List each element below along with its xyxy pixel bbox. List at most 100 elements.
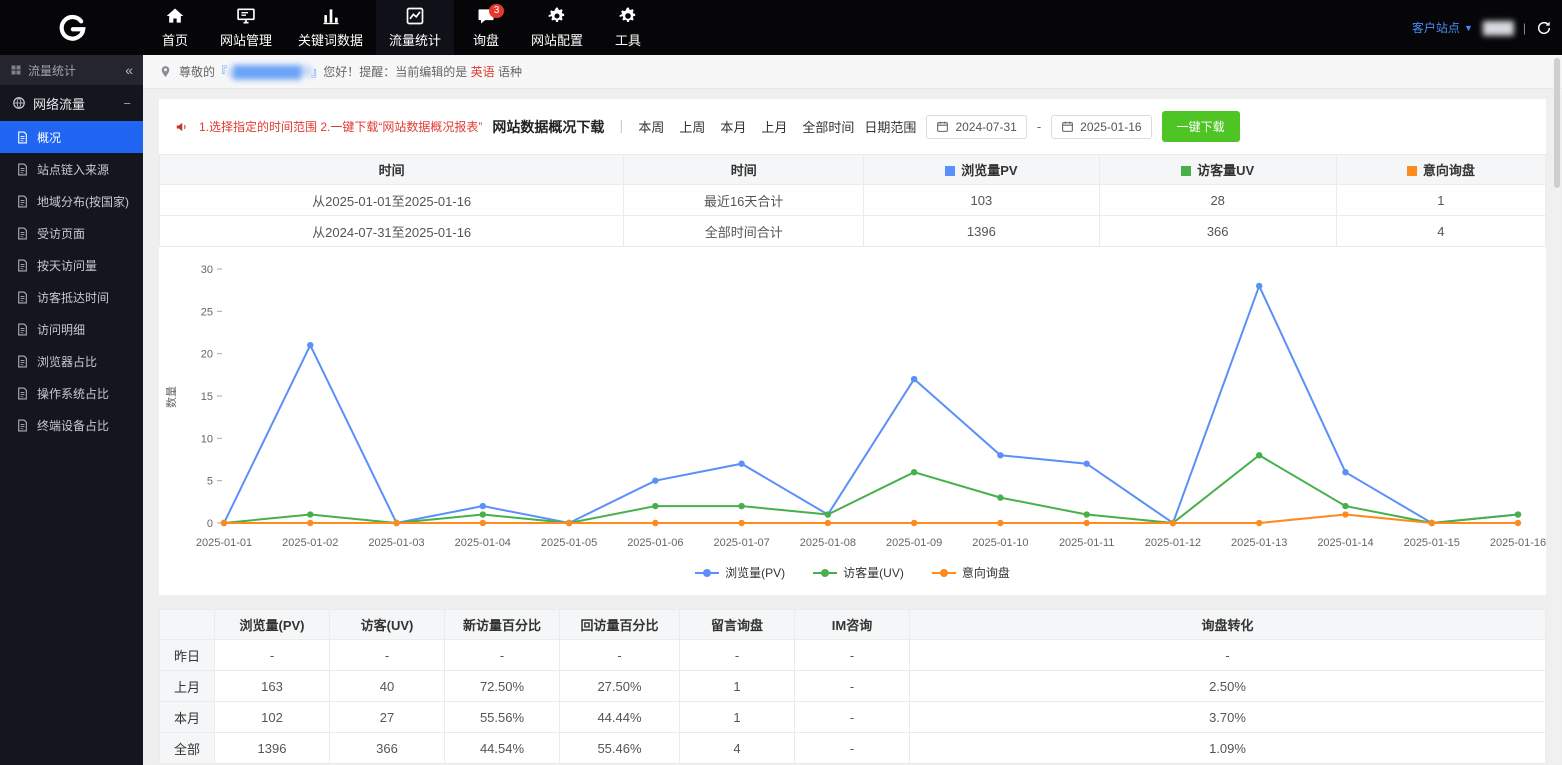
detail-cell: - [795, 640, 910, 671]
keyword-data-icon [321, 6, 341, 26]
detail-cell: - [560, 640, 680, 671]
summary-cell: 103 [864, 185, 1100, 216]
detail-cell: 4 [680, 733, 795, 764]
detail-cell: 55.56% [445, 702, 560, 733]
download-button[interactable]: 一键下载 [1162, 111, 1240, 142]
logo[interactable] [0, 8, 143, 48]
sidebar-item-entry[interactable]: 浏览器占比 [0, 345, 143, 377]
detail-col-header: 回访量百分比 [560, 610, 680, 640]
summary-col-header: 时间 [624, 155, 864, 185]
client-site-dropdown[interactable]: 客户站点 ▼ [1412, 19, 1473, 36]
quick-range-link[interactable]: 本月 [720, 117, 746, 136]
traffic-chart: 051015202530数量2025-01-012025-01-022025-0… [159, 255, 1546, 558]
sidebar-item-label: 地域分布(按国家) [37, 193, 129, 210]
traffic-stats-icon [405, 6, 425, 26]
inquiry-badge: 3 [489, 4, 504, 18]
top-navigation: 首页网站管理关键词数据流量统计3询盘网站配置工具 客户站点 ▼ ████ | [0, 0, 1562, 55]
svg-text:20: 20 [201, 349, 213, 361]
detail-row-label: 昨日 [160, 640, 215, 671]
nav-item-tools[interactable]: 工具 [596, 0, 660, 55]
detail-cell: 2.50% [910, 671, 1546, 702]
doc-icon [16, 323, 29, 336]
sidebar-item-overview-active[interactable]: 概况 [0, 121, 143, 153]
website-manage-icon [236, 6, 256, 26]
svg-text:2025-01-10: 2025-01-10 [972, 537, 1028, 549]
legend-item[interactable]: 访客量(UV) [813, 564, 904, 581]
detail-cell: 44.54% [445, 733, 560, 764]
topnav-items: 首页网站管理关键词数据流量统计 3 询盘 网站配置工具 [143, 0, 660, 55]
svg-text:2025-01-13: 2025-01-13 [1231, 537, 1287, 549]
date-from-input[interactable]: 2024-07-31 [926, 115, 1026, 139]
sidebar-menu: 概况站点链入来源地域分布(按国家) 受访页面按天访问量访客抵达时间访问明细浏览器占… [0, 121, 143, 441]
legend-label: 意向询盘 [962, 564, 1010, 581]
detail-cell: - [795, 733, 910, 764]
svg-text:2025-01-03: 2025-01-03 [368, 537, 424, 549]
detail-cell: 27.50% [560, 671, 680, 702]
detail-cell: 102 [215, 702, 330, 733]
svg-text:2025-01-12: 2025-01-12 [1145, 537, 1201, 549]
sidebar-item-entry[interactable]: 站点链入来源 [0, 153, 143, 185]
summary-table: 时间时间浏览量PV访客量UV意向询盘 从2025-01-01至2025-01-1… [159, 154, 1546, 247]
sidebar-item-entry[interactable]: 终端设备占比 [0, 409, 143, 441]
sidebar-group-network-traffic[interactable]: 网络流量 − [0, 85, 143, 121]
date-to-input[interactable]: 2025-01-16 [1051, 115, 1151, 139]
detail-col-header: 留言询盘 [680, 610, 795, 640]
quick-ranges: 本周上周本月上月全部时间 [638, 117, 854, 136]
sidebar-item-entry[interactable]: 地域分布(按国家) [0, 185, 143, 217]
sidebar-item-entry[interactable]: 访问明细 [0, 313, 143, 345]
sidebar-item-entry[interactable]: 访客抵达时间 [0, 281, 143, 313]
app-root: 首页网站管理关键词数据流量统计3询盘网站配置工具 客户站点 ▼ ████ | 流… [0, 0, 1562, 765]
main-content: 尊敬的『L█████████司』您好！提醒：当前编辑的是 英语 语种 1.选择指… [143, 55, 1562, 765]
svg-text:2025-01-11: 2025-01-11 [1059, 537, 1114, 549]
nav-item-site-config[interactable]: 网站配置 [518, 0, 596, 55]
doc-icon [16, 227, 29, 240]
nav-item-home[interactable]: 首页 [143, 0, 207, 55]
legend-item[interactable]: 浏览量(PV) [695, 564, 785, 581]
sidebar-item-entry[interactable]: 操作系统占比 [0, 377, 143, 409]
svg-text:2025-01-14: 2025-01-14 [1317, 537, 1373, 549]
detail-cell: 55.46% [560, 733, 680, 764]
nav-item-traffic-stats[interactable]: 流量统计 [376, 0, 454, 55]
detail-col-header: IM咨询 [795, 610, 910, 640]
quick-range-link[interactable]: 上月 [761, 117, 787, 136]
detail-row: 上月1634072.50%27.50%1-2.50% [160, 671, 1546, 702]
nav-item-website-manage[interactable]: 网站管理 [207, 0, 285, 55]
sidebar-item-entry[interactable]: 受访页面 [0, 217, 143, 249]
detail-cell: - [215, 640, 330, 671]
account-name-redacted: ████ [1483, 21, 1513, 35]
calendar-icon [936, 120, 949, 133]
refresh-icon[interactable] [1536, 20, 1552, 36]
detail-row: 全部139636644.54%55.46%4-1.09% [160, 733, 1546, 764]
detail-cell: 163 [215, 671, 330, 702]
detail-col-header: 浏览量(PV) [215, 610, 330, 640]
summary-col-header: 浏览量PV [864, 155, 1100, 185]
quick-range-link[interactable]: 上周 [679, 117, 705, 136]
vertical-scrollbar[interactable] [1553, 56, 1561, 764]
sidebar-title: 流量统计 [28, 62, 76, 79]
summary-cell: 从2024-07-31至2025-01-16 [160, 216, 624, 247]
collapse-group-button[interactable]: − [123, 96, 131, 111]
collapse-sidebar-button[interactable]: « [125, 62, 133, 78]
quick-range-link[interactable]: 本周 [638, 117, 664, 136]
doc-icon [16, 291, 29, 304]
nav-item-keyword-data[interactable]: 关键词数据 [285, 0, 376, 55]
detail-header-row: 浏览量(PV)访客(UV)新访量百分比回访量百分比留言询盘IM咨询询盘转化 [160, 610, 1546, 640]
svg-text:2025-01-08: 2025-01-08 [800, 537, 856, 549]
scrollbar-thumb[interactable] [1554, 58, 1560, 188]
nav-item-label: 网站配置 [531, 30, 583, 49]
overview-card: 1.选择指定的时间范围 2.一键下载“网站数据概况报表” 网站数据概况下载 丨 … [159, 99, 1546, 595]
summary-cell: 1396 [864, 216, 1100, 247]
svg-text:2025-01-05: 2025-01-05 [541, 537, 597, 549]
sidebar-item-label: 受访页面 [37, 225, 85, 242]
nav-item-label: 询盘 [473, 30, 499, 49]
bracket-close: 』 [311, 65, 323, 79]
legend-marker [932, 567, 956, 579]
date-separator: - [1037, 119, 1041, 134]
quick-range-link[interactable]: 全部时间 [802, 117, 854, 136]
summary-cell: 从2025-01-01至2025-01-16 [160, 185, 624, 216]
notice-prefix: 尊敬的 [179, 65, 215, 79]
sidebar-item-entry[interactable]: 按天访问量 [0, 249, 143, 281]
nav-item-inquiry[interactable]: 3 询盘 [454, 0, 518, 55]
legend-item[interactable]: 意向询盘 [932, 564, 1010, 581]
summary-col-header: 访客量UV [1099, 155, 1336, 185]
